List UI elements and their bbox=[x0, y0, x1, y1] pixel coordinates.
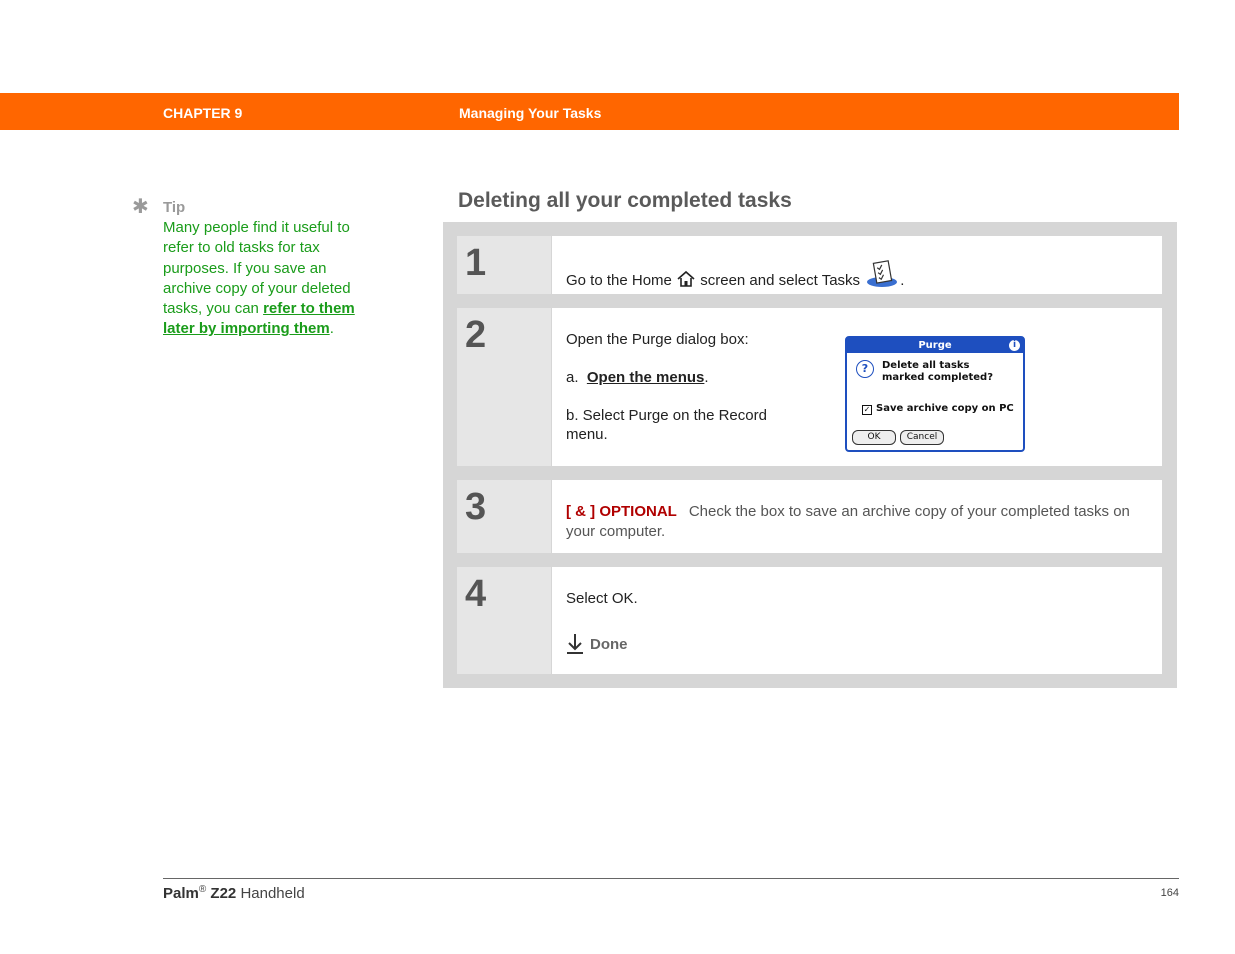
tasks-icon bbox=[864, 260, 900, 292]
step-3-text: [ & ] OPTIONAL Check the box to save an a… bbox=[566, 502, 1156, 541]
optional-tag: [ & ] OPTIONAL bbox=[566, 503, 677, 520]
footer-product-name: Handheld bbox=[240, 885, 305, 902]
chapter-header: CHAPTER 9 Managing Your Tasks bbox=[0, 93, 1179, 130]
purge-dialog-title: Purge bbox=[847, 338, 1023, 353]
step-3: 3 [ & ] OPTIONAL Check the box to save an… bbox=[457, 480, 1162, 553]
tip-label: Tip bbox=[163, 199, 186, 216]
tip-text-end: . bbox=[329, 320, 334, 338]
step-number-cell: 4 bbox=[457, 567, 551, 674]
tip-star-icon: ✱ bbox=[132, 196, 149, 218]
step-content: [ & ] OPTIONAL Check the box to save an a… bbox=[552, 480, 1162, 553]
footer-rule bbox=[163, 878, 1179, 879]
section-title: Deleting all your completed tasks bbox=[458, 189, 792, 212]
open-menus-link[interactable]: Open the menus bbox=[587, 369, 705, 386]
done-label: Done bbox=[590, 636, 628, 653]
question-icon: ? bbox=[856, 360, 874, 378]
done-marker: Done bbox=[566, 633, 628, 659]
purge-ok-button: OK bbox=[852, 430, 896, 445]
step-4-text: Select OK. bbox=[566, 590, 638, 607]
info-icon: i bbox=[1009, 340, 1020, 351]
chapter-number: CHAPTER 9 bbox=[163, 105, 243, 121]
substep-a-prefix: a. bbox=[566, 369, 579, 386]
checkbox-checked-icon: ✓ bbox=[862, 405, 872, 415]
footer-reg: ® bbox=[198, 884, 207, 895]
step-2-substep-a: a. Open the menus. bbox=[566, 369, 709, 386]
save-archive-checkbox: ✓ Save archive copy on PC bbox=[862, 403, 1014, 415]
step-1-text-c: . bbox=[900, 272, 905, 289]
purge-message-line-1: Delete all tasks bbox=[882, 360, 970, 371]
home-icon bbox=[676, 270, 696, 292]
chapter-title: Managing Your Tasks bbox=[459, 105, 602, 121]
purge-message-line-2: marked completed? bbox=[882, 372, 994, 383]
step-1-text-b: screen and select Tasks bbox=[700, 272, 861, 289]
step-2: 2 Open the Purge dialog box: a. Open the… bbox=[457, 308, 1162, 466]
done-arrow-icon bbox=[566, 633, 584, 659]
footer-model: Z22 bbox=[210, 885, 237, 902]
step-content: Open the Purge dialog box: a. Open the m… bbox=[552, 308, 1162, 466]
step-4: 4 Select OK. Done bbox=[457, 567, 1162, 674]
purge-dialog-screenshot: Purge i ? Delete all tasks marked comple… bbox=[845, 336, 1025, 452]
purge-cancel-button: Cancel bbox=[900, 430, 944, 445]
step-number: 4 bbox=[465, 573, 487, 615]
step-number: 2 bbox=[465, 314, 487, 356]
footer-brand: Palm bbox=[163, 885, 199, 902]
tip-text: Many people find it useful to refer to o… bbox=[163, 218, 358, 340]
step-content: Select OK. Done bbox=[552, 567, 1162, 674]
step-number-cell: 2 bbox=[457, 308, 551, 466]
checkbox-label: Save archive copy on PC bbox=[876, 403, 1014, 414]
step-number: 1 bbox=[465, 242, 487, 284]
page-number: 164 bbox=[1160, 887, 1179, 899]
step-1-text: Go to the Home screen and select Tasks . bbox=[566, 260, 904, 292]
step-1: 1 Go to the Home screen and select Tasks… bbox=[457, 236, 1162, 294]
step-content: Go to the Home screen and select Tasks . bbox=[552, 236, 1162, 294]
step-number-cell: 3 bbox=[457, 480, 551, 553]
step-2-intro: Open the Purge dialog box: bbox=[566, 331, 749, 348]
footer-product: Palm® Z22 Handheld bbox=[163, 884, 305, 902]
step-1-text-a: Go to the Home bbox=[566, 272, 672, 289]
purge-dialog-message: Delete all tasks marked completed? bbox=[882, 360, 993, 384]
step-number: 3 bbox=[465, 486, 487, 528]
step-2-substep-b: b. Select Purge on the Record menu. bbox=[566, 407, 767, 443]
step-number-cell: 1 bbox=[457, 236, 551, 294]
substep-a-suffix: . bbox=[704, 369, 709, 386]
